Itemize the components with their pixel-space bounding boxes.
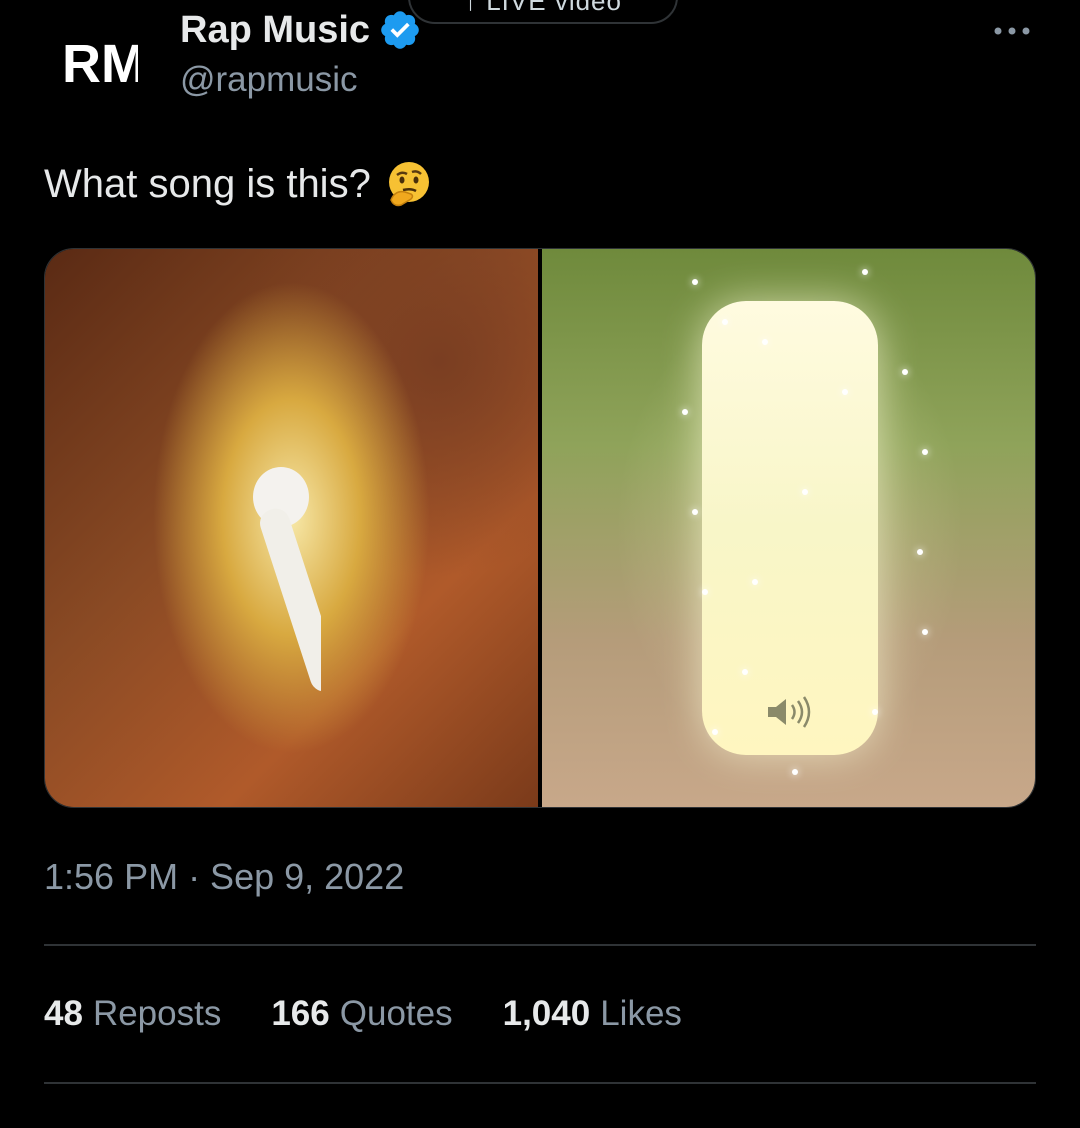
author-name-row: Rap Music	[180, 8, 422, 52]
tweet-text-body: What song is this?	[44, 161, 371, 206]
verified-badge-icon	[381, 11, 419, 49]
tweet-stats: 48 Reposts 166 Quotes 1,040 Likes	[44, 994, 682, 1034]
author-handle[interactable]: @rapmusic	[180, 60, 358, 100]
sparkle-dot	[842, 389, 848, 395]
quotes-label: Quotes	[339, 994, 453, 1033]
sparkle-dot	[692, 509, 698, 515]
author-display-name[interactable]: Rap Music	[180, 9, 370, 52]
likes-count: 1,040	[502, 994, 591, 1033]
more-options-icon[interactable]	[990, 16, 1034, 46]
sparkle-dot	[722, 319, 728, 325]
sparkle-dot	[872, 709, 878, 715]
svg-text:RM: RM	[62, 34, 138, 92]
reposts-stat[interactable]: 48 Reposts	[44, 994, 221, 1034]
sparkle-dot	[902, 369, 908, 375]
airpod-image	[253, 467, 321, 692]
live-video-pill[interactable]: ↑ LIVE video	[408, 0, 678, 24]
sparkle-dot	[792, 769, 798, 775]
media-image-earring[interactable]	[45, 249, 538, 807]
quotes-count: 166	[271, 994, 330, 1033]
media-image-volume[interactable]	[542, 249, 1035, 807]
speaker-icon	[768, 696, 811, 728]
sparkle-dot	[682, 409, 688, 415]
reposts-label: Reposts	[92, 994, 222, 1033]
sparkle-dot	[802, 489, 808, 495]
likes-stat[interactable]: 1,040 Likes	[503, 994, 682, 1034]
sparkle-dot	[862, 269, 868, 275]
sparkle-dot	[762, 339, 768, 345]
tweet-media[interactable]	[44, 248, 1036, 808]
quotes-stat[interactable]: 166 Quotes	[271, 994, 452, 1034]
likes-label: Likes	[600, 994, 682, 1033]
tweet-timestamp[interactable]: 1:56 PM · Sep 9, 2022	[44, 856, 404, 898]
sparkle-dot	[692, 279, 698, 285]
sparkle-dot	[702, 589, 708, 595]
sparkle-dot	[922, 629, 928, 635]
separator-top	[44, 944, 1036, 946]
tweet-text: What song is this?	[44, 160, 433, 208]
avatar[interactable]: RM	[44, 10, 154, 120]
separator-bottom	[44, 1082, 1036, 1084]
volume-slider	[702, 301, 878, 755]
sparkle-dot	[917, 549, 923, 555]
live-video-label: ↑ LIVE video	[464, 0, 622, 16]
sparkle-dot	[712, 729, 718, 735]
sparkle-dot	[742, 669, 748, 675]
sparkle-dot	[922, 449, 928, 455]
rm-logo-icon: RM	[62, 34, 138, 92]
reposts-count: 48	[44, 994, 83, 1033]
thinking-face-icon	[388, 162, 429, 207]
sparkle-dot	[752, 579, 758, 585]
